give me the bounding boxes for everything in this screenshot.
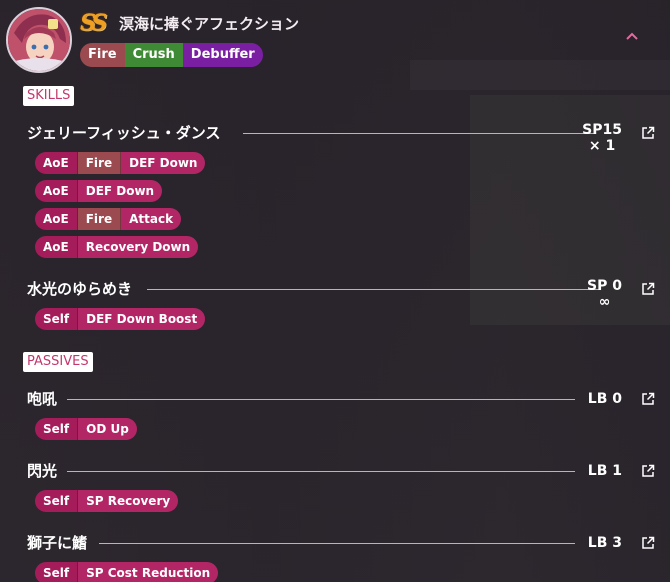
passive-name: 獅子に鰭 — [27, 534, 88, 552]
effect-type: SP Cost Reduction — [78, 562, 219, 582]
effect-chip-group: Self OD Up — [35, 418, 137, 440]
effect-type: OD Up — [78, 418, 137, 440]
effect-chip-group: Self SP Recovery — [35, 490, 179, 512]
avatar — [6, 7, 72, 73]
use-count: × 1 — [588, 138, 616, 154]
effect-type: DEF Down — [77, 180, 163, 202]
effect-type: SP Recovery — [78, 490, 179, 512]
effect-element: Fire — [77, 152, 122, 174]
skill-cost: SP 0 ∞ — [587, 278, 622, 310]
skill-row[interactable]: 水光のゆらめき SP 0 ∞ — [27, 278, 659, 310]
effect-type: DEF Down Boost — [78, 308, 206, 330]
passive-name: 閃光 — [27, 462, 58, 480]
effect-chip-group: AoE DEF Down — [35, 180, 163, 202]
character-style-panel: SS 溟海に捧ぐアフェクション Fire Crush Debuffer SKIL… — [0, 0, 670, 582]
style-title: 溟海に捧ぐアフェクション — [119, 15, 300, 33]
divider — [67, 399, 575, 400]
style-header[interactable]: SS 溟海に捧ぐアフェクション Fire Crush Debuffer — [0, 0, 670, 78]
effect-chip-group: Self SP Cost Reduction — [35, 562, 219, 582]
effect-element: Fire — [77, 208, 122, 230]
effect-type: Recovery Down — [77, 236, 199, 258]
lb-cost: LB 1 — [587, 463, 622, 479]
effect-target: Self — [35, 562, 79, 582]
effect-chip-group: AoE Fire Attack — [35, 208, 182, 230]
passive-name: 咆吼 — [27, 390, 58, 408]
effect-chip-group: AoE Recovery Down — [35, 236, 199, 258]
rank-badge: SS — [80, 10, 107, 36]
passive-row[interactable]: 咆吼 LB 0 — [27, 388, 659, 410]
passive-row[interactable]: 閃光 LB 1 — [27, 460, 659, 482]
skill-row[interactable]: ジェリーフィッシュ・ダンス SP15 × 1 — [27, 122, 659, 154]
tag-weapon: Crush — [124, 43, 183, 67]
passives-heading: PASSIVES — [23, 352, 93, 372]
effect-target: Self — [35, 418, 79, 440]
style-tags: Fire Crush Debuffer — [80, 43, 263, 67]
effect-target: AoE — [35, 208, 78, 230]
external-link-icon[interactable] — [641, 282, 655, 296]
tag-role: Debuffer — [182, 43, 263, 67]
chevron-up-icon[interactable] — [622, 26, 642, 46]
effect-target: Self — [35, 490, 79, 512]
use-count: ∞ — [598, 294, 611, 310]
divider — [243, 133, 595, 134]
effect-target: Self — [35, 308, 79, 330]
tag-element: Fire — [80, 43, 125, 67]
effect-type: Attack — [121, 208, 182, 230]
external-link-icon[interactable] — [641, 536, 655, 550]
lb-cost: LB 0 — [587, 391, 622, 407]
external-link-icon[interactable] — [641, 126, 655, 140]
skill-name: 水光のゆらめき — [27, 280, 133, 298]
lb-cost: LB 3 — [587, 535, 622, 551]
effect-target: AoE — [35, 152, 78, 174]
external-link-icon[interactable] — [641, 392, 655, 406]
divider — [147, 289, 601, 290]
passive-row[interactable]: 獅子に鰭 LB 3 — [27, 532, 659, 554]
skill-name: ジェリーフィッシュ・ダンス — [27, 124, 221, 142]
external-link-icon[interactable] — [641, 464, 655, 478]
sp-cost: SP15 — [582, 122, 622, 138]
skills-heading: SKILLS — [23, 86, 75, 106]
sp-cost: SP 0 — [587, 278, 622, 294]
effect-target: AoE — [35, 236, 78, 258]
effect-target: AoE — [35, 180, 78, 202]
effect-type: DEF Down — [121, 152, 206, 174]
skill-cost: SP15 × 1 — [582, 122, 622, 154]
effect-chip-group: AoE Fire DEF Down — [35, 152, 206, 174]
divider — [99, 543, 575, 544]
effect-chip-group: Self DEF Down Boost — [35, 308, 206, 330]
divider — [67, 471, 575, 472]
